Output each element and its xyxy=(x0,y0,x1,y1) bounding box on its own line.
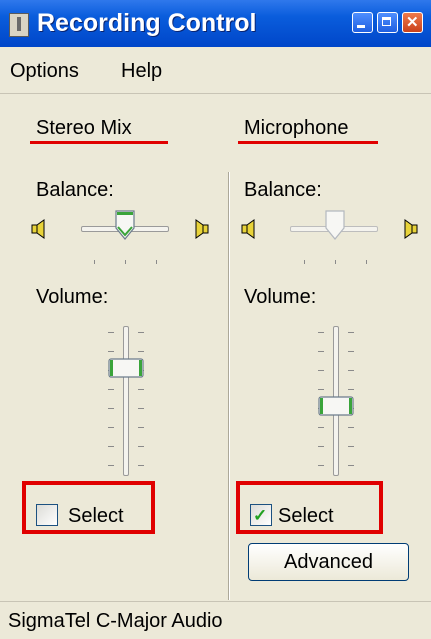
speaker-left-icon xyxy=(31,219,45,239)
title-bar[interactable]: Recording Control xyxy=(0,0,431,47)
slider-tick xyxy=(94,260,95,264)
select-checkbox[interactable]: ✓ xyxy=(250,504,272,526)
balance-slider-thumb[interactable] xyxy=(114,210,136,240)
slider-tick xyxy=(318,332,324,333)
close-button[interactable] xyxy=(402,12,423,33)
volume-slider-track[interactable] xyxy=(123,326,129,476)
slider-tick xyxy=(348,370,354,371)
advanced-button[interactable]: Advanced xyxy=(248,543,409,581)
slider-tick xyxy=(138,465,144,466)
volume-slider-thumb[interactable] xyxy=(108,358,144,378)
maximize-button[interactable] xyxy=(377,12,398,33)
speaker-right-icon xyxy=(404,219,418,239)
slider-tick xyxy=(108,446,114,447)
slider-tick xyxy=(318,446,324,447)
channel-separator xyxy=(228,172,230,600)
menu-help[interactable]: Help xyxy=(121,60,162,83)
slider-tick xyxy=(304,260,305,264)
window-title: Recording Control xyxy=(37,9,257,37)
volume-label: Volume: xyxy=(244,286,317,308)
slider-tick xyxy=(108,351,114,352)
slider-tick xyxy=(366,260,367,264)
status-bar: SigmaTel C-Major Audio xyxy=(0,601,431,639)
minimize-button[interactable] xyxy=(352,12,373,33)
slider-tick xyxy=(348,389,354,390)
select-label: Select xyxy=(68,505,124,527)
slider-tick xyxy=(138,446,144,447)
slider-tick xyxy=(138,332,144,333)
balance-label: Balance: xyxy=(36,179,114,201)
slider-tick xyxy=(108,332,114,333)
checkmark-icon: ✓ xyxy=(253,506,268,525)
select-label: Select xyxy=(278,505,334,527)
slider-tick xyxy=(138,408,144,409)
speaker-left-icon xyxy=(241,219,255,239)
app-volume-icon xyxy=(9,13,29,37)
slider-tick xyxy=(108,389,114,390)
speaker-right-icon xyxy=(195,219,209,239)
balance-label: Balance: xyxy=(244,179,322,201)
select-checkbox-highlight: ✓ Select xyxy=(236,481,383,534)
slider-tick xyxy=(125,260,126,264)
slider-tick xyxy=(318,389,324,390)
slider-tick xyxy=(108,408,114,409)
balance-slider-thumb[interactable] xyxy=(324,210,346,240)
slider-tick xyxy=(108,427,114,428)
menu-options[interactable]: Options xyxy=(10,60,79,83)
slider-tick xyxy=(138,389,144,390)
channel-name-microphone: Microphone xyxy=(244,117,349,139)
slider-tick xyxy=(108,465,114,466)
volume-label: Volume: xyxy=(36,286,109,308)
slider-tick xyxy=(348,351,354,352)
slider-tick xyxy=(318,370,324,371)
highlight-underline xyxy=(238,141,378,144)
slider-tick xyxy=(318,465,324,466)
slider-tick xyxy=(138,427,144,428)
slider-tick xyxy=(348,427,354,428)
slider-tick xyxy=(335,260,336,264)
select-checkbox[interactable] xyxy=(36,504,58,526)
slider-tick xyxy=(156,260,157,264)
slider-tick xyxy=(348,446,354,447)
slider-tick xyxy=(348,332,354,333)
slider-tick xyxy=(138,351,144,352)
channel-name-stereo-mix: Stereo Mix xyxy=(36,117,132,139)
status-text: SigmaTel C-Major Audio xyxy=(8,610,223,632)
slider-tick xyxy=(348,465,354,466)
volume-slider-thumb[interactable] xyxy=(318,396,354,416)
menu-bar: Options Help xyxy=(0,47,431,94)
recording-control-window: Recording Control Options Help Stereo Mi… xyxy=(0,0,431,639)
highlight-underline xyxy=(30,141,168,144)
slider-tick xyxy=(318,427,324,428)
select-checkbox-highlight: Select xyxy=(22,481,155,534)
slider-tick xyxy=(318,351,324,352)
